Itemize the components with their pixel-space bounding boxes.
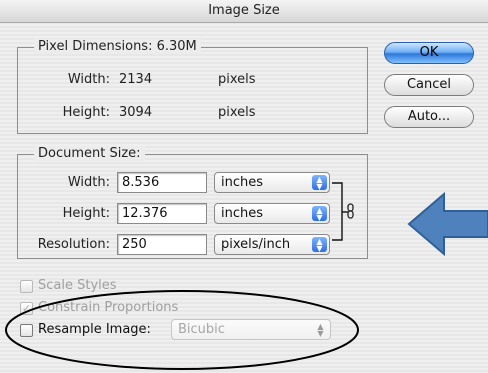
updown-arrows-icon: ▲ ▼: [312, 175, 327, 191]
ok-button[interactable]: OK: [384, 42, 474, 64]
pixel-width-value: 2134: [119, 72, 153, 87]
chain-link-icon: [347, 203, 354, 219]
title-bar[interactable]: Image Size: [0, 0, 488, 23]
document-size-legend: Document Size:: [34, 146, 145, 161]
doc-width-field[interactable]: 8.536: [117, 172, 207, 193]
pixel-dimensions-legend: Pixel Dimensions: 6.30M: [34, 39, 201, 54]
pixel-height-label: Height:: [62, 105, 110, 120]
doc-height-field[interactable]: 12.376: [117, 203, 207, 224]
cancel-button[interactable]: Cancel: [384, 74, 474, 96]
annotation-arrow-icon: [407, 191, 488, 257]
doc-height-label: Height:: [62, 206, 110, 221]
image-size-dialog: Image Size Pixel Dimensions: 6.30M Width…: [0, 0, 488, 373]
pixel-dimensions-group: Pixel Dimensions: 6.30M: [17, 39, 368, 134]
resolution-label: Resolution:: [37, 237, 110, 252]
doc-width-unit-select[interactable]: inches ▲ ▼: [214, 172, 330, 193]
doc-height-unit-value: inches: [221, 206, 264, 221]
resolution-unit-select[interactable]: pixels/inch ▲ ▼: [214, 234, 330, 255]
auto-button[interactable]: Auto...: [384, 106, 474, 128]
pixel-height-unit: pixels: [218, 105, 256, 120]
resolution-field[interactable]: 250: [117, 234, 207, 255]
pixel-width-label: Width:: [67, 72, 110, 87]
doc-width-unit-value: inches: [221, 175, 264, 190]
pixel-height-value: 3094: [119, 105, 153, 120]
doc-height-unit-select[interactable]: inches ▲ ▼: [214, 203, 330, 224]
updown-arrows-icon: ▲ ▼: [312, 237, 327, 253]
resolution-unit-value: pixels/inch: [221, 237, 291, 252]
pixel-width-unit: pixels: [218, 72, 256, 87]
window-title: Image Size: [208, 3, 280, 18]
updown-arrows-icon: ▲ ▼: [312, 206, 327, 222]
annotation-ellipse: [5, 290, 359, 370]
doc-width-label: Width:: [67, 175, 110, 190]
